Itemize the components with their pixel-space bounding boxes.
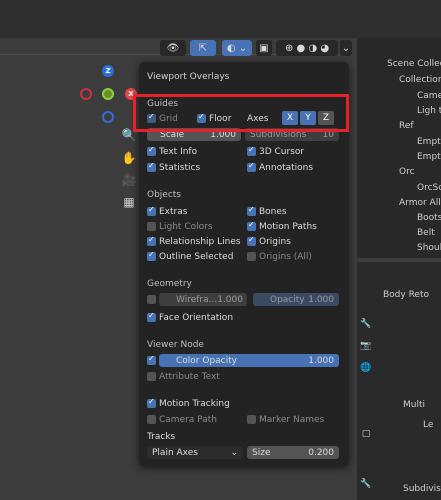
text-info-checkbox[interactable] <box>147 145 156 156</box>
outliner-item[interactable]: Armor All <box>399 198 441 208</box>
viewport-header <box>0 0 353 38</box>
outliner-item[interactable]: Orc <box>399 167 415 177</box>
modifier-tab-icon[interactable]: 🔧 <box>360 478 372 490</box>
motion-paths-label: Motion Paths <box>259 222 317 232</box>
marker-names-label: Marker Names <box>259 415 325 425</box>
face-orientation-label: Face Orientation <box>159 313 234 323</box>
outliner-item[interactable]: Ligh t <box>417 106 441 116</box>
origins-label: Origins <box>259 237 291 247</box>
extras-checkbox[interactable] <box>147 205 156 216</box>
motion-tracking-label: Motion Tracking <box>159 399 230 409</box>
outliner-item[interactable]: Boots <box>417 213 441 223</box>
wireframe-value: 1.000 <box>217 294 243 305</box>
outline-selected-checkbox[interactable] <box>147 250 156 261</box>
gizmo-y-axis[interactable] <box>102 88 114 100</box>
xray-icon[interactable]: ▣ <box>256 40 272 56</box>
3d-cursor-checkbox[interactable] <box>247 145 256 156</box>
multires-modifier[interactable]: Multi <box>403 400 425 410</box>
extras-label: Extras <box>159 207 188 217</box>
subdivide-button[interactable]: Subdivis <box>403 484 441 494</box>
face-orientation-checkbox[interactable] <box>147 311 156 322</box>
world-tab-icon[interactable]: 🌐 <box>360 362 372 374</box>
object-name[interactable]: Body Reto <box>383 290 429 300</box>
outline-selected-label: Outline Selected <box>159 252 234 262</box>
tracks-label: Tracks <box>147 432 176 442</box>
outliner-item[interactable]: Ref <box>399 121 414 131</box>
origins-all-checkbox[interactable] <box>247 252 256 261</box>
chevron-down-icon: ⌄ <box>230 447 238 458</box>
gizmo-toggle-icon[interactable]: ⇱ <box>190 40 216 56</box>
object-tab-icon[interactable]: ▢ <box>360 428 372 440</box>
gizmo-neg-x-axis[interactable] <box>80 88 92 100</box>
visibility-icon[interactable]: 👁 <box>160 40 186 56</box>
opacity-value: 1.000 <box>308 294 334 305</box>
statistics-checkbox[interactable] <box>147 161 156 172</box>
viewer-node-section-title: Viewer Node <box>147 340 204 350</box>
gizmo-neg-z-axis[interactable] <box>102 111 114 123</box>
annotations-checkbox[interactable] <box>247 161 256 172</box>
pan-hand-icon[interactable]: ✋ <box>120 149 138 167</box>
light-colors-checkbox[interactable] <box>147 222 156 231</box>
color-opacity-label: Color Opacity <box>176 355 237 366</box>
popover-title: Viewport Overlays <box>147 72 230 82</box>
camera-path-label: Camera Path <box>159 415 217 425</box>
3d-cursor-label: 3D Cursor <box>259 147 305 157</box>
bones-checkbox[interactable] <box>247 205 256 216</box>
overlays-toggle-icon[interactable]: ◐ ⌄ <box>222 40 252 56</box>
origins-all-label: Origins (All) <box>259 252 312 262</box>
bones-label: Bones <box>259 207 287 217</box>
opacity-field[interactable]: Opacity 1.000 <box>253 293 339 306</box>
outliner-item[interactable]: Collection <box>399 75 441 85</box>
attribute-text-label: Attribute Text <box>159 372 220 382</box>
camera-path-checkbox[interactable] <box>147 415 156 424</box>
size-field[interactable]: Size 0.200 <box>247 446 339 459</box>
wireframe-field[interactable]: Wirefra... 1.000 <box>159 293 247 306</box>
properties-panel: Body Reto Multi Le Subdivis <box>357 262 441 500</box>
outliner-item[interactable]: Empty <box>417 137 441 147</box>
motion-tracking-checkbox[interactable] <box>147 397 156 408</box>
orthographic-grid-icon[interactable]: ▦ <box>120 193 138 211</box>
color-opacity-value: 1.000 <box>308 355 334 366</box>
highlight-annotation-box <box>133 94 349 132</box>
shading-dropdown-icon[interactable]: ⌄ <box>340 40 352 56</box>
wireframe-checkbox[interactable] <box>147 295 156 304</box>
light-colors-label: Light Colors <box>159 222 213 232</box>
relationship-lines-checkbox[interactable] <box>147 235 156 246</box>
outliner-item[interactable]: Belt <box>417 228 435 238</box>
outliner-item[interactable]: Should <box>417 243 441 253</box>
outliner-item[interactable]: Camer <box>417 91 441 101</box>
objects-section-title: Objects <box>147 190 182 200</box>
outliner-item[interactable]: Scene Collect <box>387 59 441 69</box>
tracks-dropdown[interactable]: Plain Axes ⌄ <box>147 446 243 459</box>
color-opacity-checkbox[interactable] <box>147 354 156 365</box>
statistics-label: Statistics <box>159 163 201 173</box>
wireframe-label: Wirefra... <box>176 294 218 305</box>
text-info-label: Text Info <box>159 147 198 157</box>
relationship-lines-label: Relationship Lines <box>159 237 241 247</box>
gizmo-z-axis[interactable]: Z <box>102 65 114 77</box>
level-label: Le <box>423 420 434 430</box>
opacity-label: Opacity <box>270 294 305 305</box>
outliner-item[interactable]: Empty <box>417 152 441 162</box>
origins-checkbox[interactable] <box>247 235 256 246</box>
camera-view-icon[interactable]: 🎥 <box>120 171 138 189</box>
outliner-panel: Scene Collect Collection Camer Ligh t Re… <box>357 38 441 258</box>
motion-paths-checkbox[interactable] <box>247 220 256 231</box>
marker-names-checkbox[interactable] <box>247 415 256 424</box>
geometry-section-title: Geometry <box>147 279 192 289</box>
color-opacity-field[interactable]: Color Opacity 1.000 <box>159 354 339 367</box>
annotations-label: Annotations <box>259 163 314 173</box>
render-tab-icon[interactable]: 📷 <box>360 340 372 352</box>
size-value: 0.200 <box>308 447 334 458</box>
size-label: Size <box>252 447 271 458</box>
attribute-text-checkbox[interactable] <box>147 372 156 381</box>
outliner-header: ☰ <box>353 0 441 56</box>
outliner-item[interactable]: OrcSc <box>417 183 441 193</box>
tool-tab-icon[interactable]: 🔧 <box>360 318 372 330</box>
shading-modes-icon[interactable]: ⊕ ● ◑ ◕ <box>276 40 338 56</box>
tracks-value: Plain Axes <box>152 447 198 458</box>
